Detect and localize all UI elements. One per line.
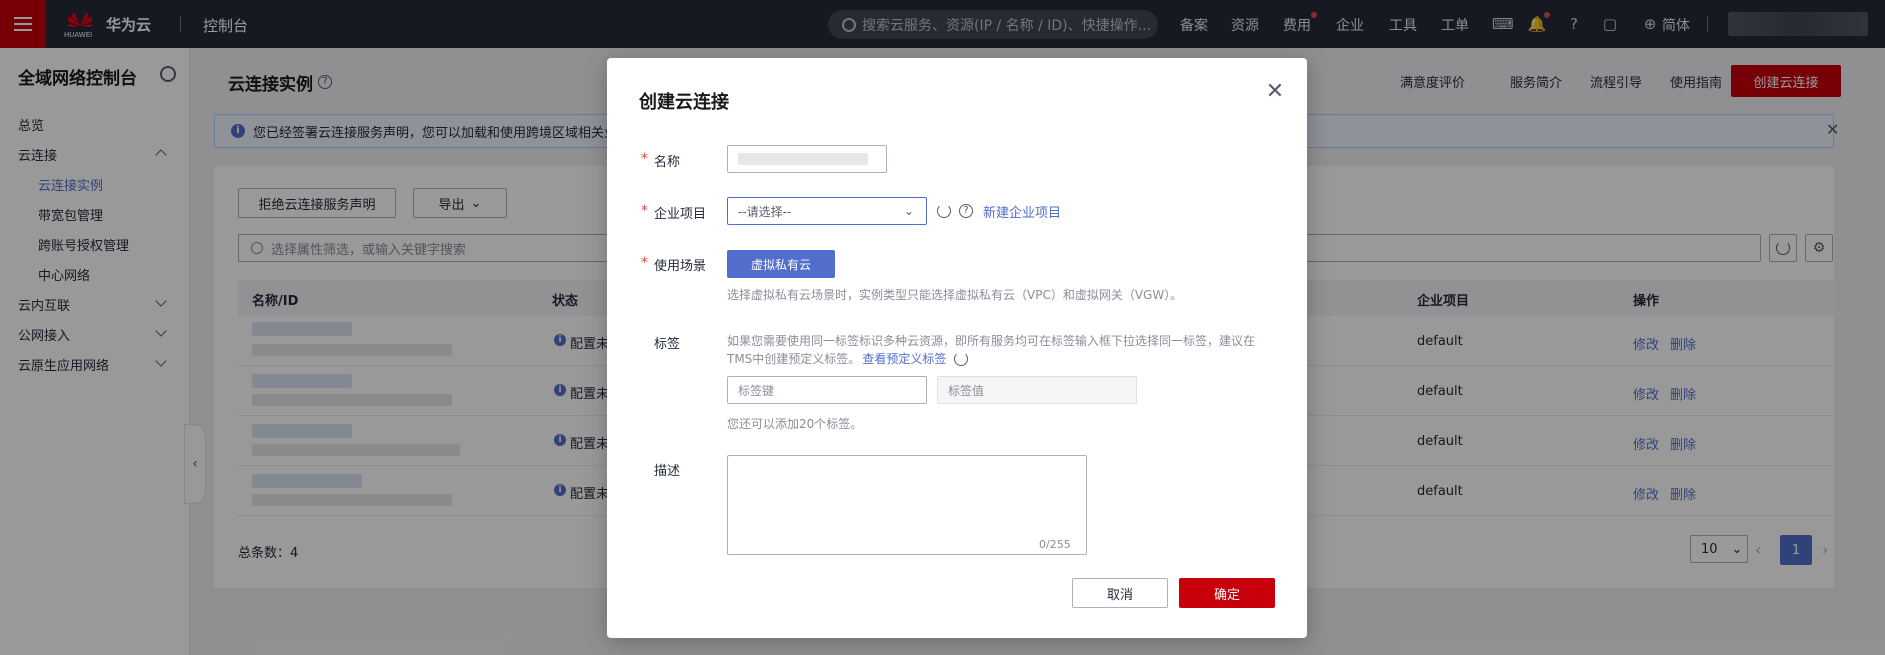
- required-mark: *: [641, 203, 648, 219]
- dialog-title: 创建云连接: [639, 92, 729, 113]
- tag-label: 标签: [654, 337, 681, 352]
- confirm-button[interactable]: 确定: [1179, 578, 1275, 608]
- name-label: 名称: [654, 155, 681, 170]
- desc-counter: 0/255: [1039, 538, 1071, 551]
- tag-remaining: 您还可以添加20个标签。: [727, 417, 863, 431]
- description-textarea[interactable]: [727, 455, 1087, 555]
- tag-hint: 如果您需要使用同一标签标识多种云资源，即所有服务均可在标签输入框下拉选择同一标签…: [727, 332, 1267, 368]
- project-label: 企业项目: [654, 207, 707, 222]
- tag-value-placeholder: 标签值: [948, 383, 985, 398]
- name-value: [738, 153, 868, 165]
- tag-hint-line2: TMS中创建预定义标签。: [727, 352, 861, 366]
- tag-key-input[interactable]: 标签键: [727, 376, 927, 404]
- tag-hint-line2-row: TMS中创建预定义标签。 查看预定义标签: [727, 350, 1267, 368]
- required-mark: *: [641, 151, 648, 167]
- refresh-icon[interactable]: [954, 352, 969, 366]
- new-project-link[interactable]: 新建企业项目: [983, 202, 1061, 221]
- help-icon[interactable]: ?: [959, 204, 973, 218]
- scene-label: 使用场景: [654, 259, 707, 274]
- scene-vpc-button[interactable]: 虚拟私有云: [727, 250, 835, 278]
- chevron-down-icon: ⌄: [903, 204, 914, 218]
- cancel-button[interactable]: 取消: [1072, 578, 1168, 608]
- project-placeholder: --请选择--: [738, 204, 792, 219]
- project-select[interactable]: --请选择-- ⌄: [727, 197, 927, 225]
- create-cc-dialog: 创建云连接 ✕ * 名称 * 企业项目 --请选择-- ⌄ ? 新建企业项目 *…: [607, 58, 1307, 638]
- tag-value-input[interactable]: 标签值: [937, 376, 1137, 404]
- scene-hint: 选择虚拟私有云场景时，实例类型只能选择虚拟私有云（VPC）和虚拟网关（VGW）。: [727, 288, 1183, 302]
- close-icon[interactable]: ✕: [1263, 80, 1287, 104]
- desc-label: 描述: [654, 464, 681, 479]
- name-input[interactable]: [727, 145, 887, 173]
- tag-key-placeholder: 标签键: [738, 383, 775, 398]
- view-predefined-tags-link[interactable]: 查看预定义标签: [862, 350, 946, 368]
- refresh-icon[interactable]: [937, 204, 951, 218]
- tag-hint-line1: 如果您需要使用同一标签标识多种云资源，即所有服务均可在标签输入框下拉选择同一标签…: [727, 334, 1256, 348]
- required-mark: *: [641, 255, 648, 271]
